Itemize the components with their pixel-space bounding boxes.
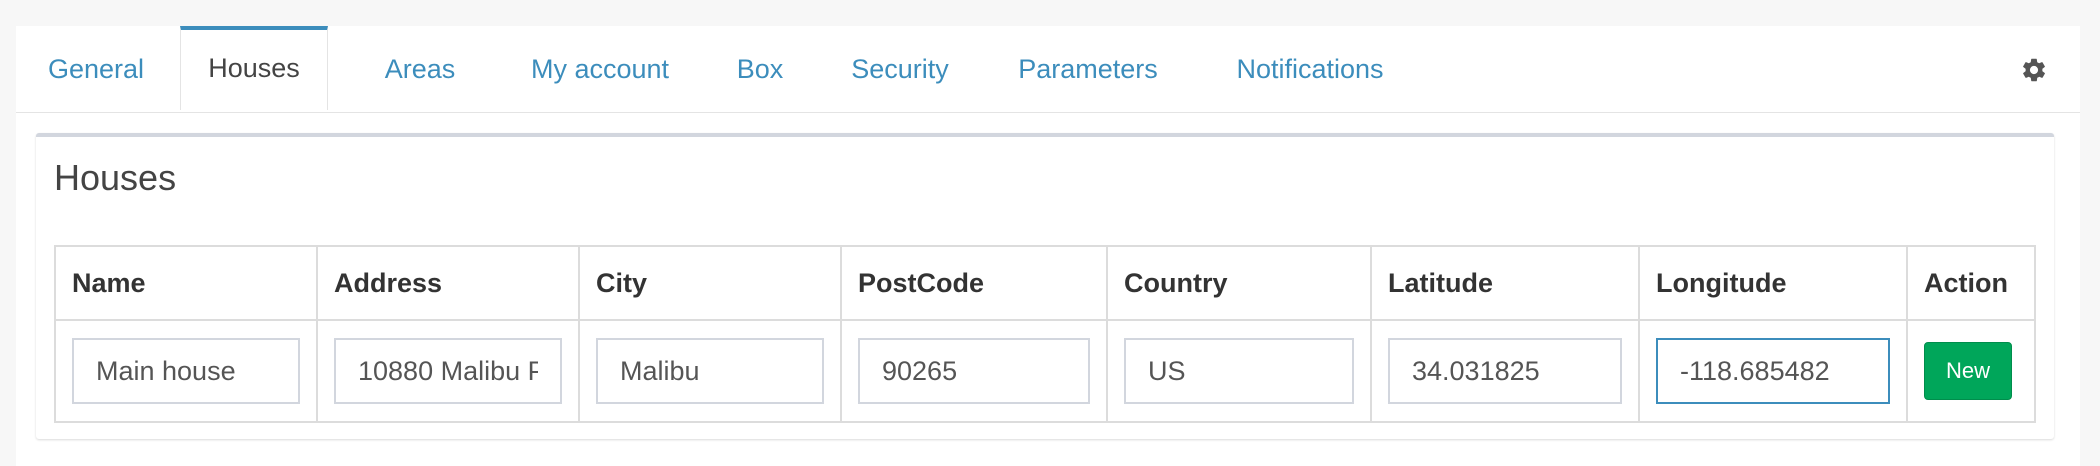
tab-parameters[interactable]: Parameters: [998, 26, 1178, 112]
gear-icon[interactable]: [2020, 56, 2048, 84]
column-header-latitude: Latitude: [1370, 245, 1640, 321]
tab-bar: General Houses Areas My account Box Secu…: [16, 26, 2080, 113]
house-postcode-input[interactable]: [858, 338, 1090, 404]
table-header-row: Name Address City PostCode Country Latit…: [54, 245, 2036, 321]
house-country-input[interactable]: [1124, 338, 1354, 404]
tab-my-account[interactable]: My account: [510, 26, 690, 112]
column-header-name: Name: [54, 245, 318, 321]
column-header-action: Action: [1906, 245, 2036, 321]
tab-notifications[interactable]: Notifications: [1212, 26, 1408, 112]
tab-security[interactable]: Security: [828, 26, 972, 112]
house-address-input[interactable]: [334, 338, 562, 404]
house-latitude-input[interactable]: [1388, 338, 1622, 404]
house-name-input[interactable]: [72, 338, 300, 404]
new-house-button[interactable]: New: [1924, 342, 2012, 400]
settings-panel: General Houses Areas My account Box Secu…: [16, 26, 2080, 466]
tab-general[interactable]: General: [16, 26, 176, 112]
house-city-input[interactable]: [596, 338, 824, 404]
tab-houses[interactable]: Houses: [180, 26, 328, 110]
house-longitude-input[interactable]: [1656, 338, 1890, 404]
houses-table: Name Address City PostCode Country Latit…: [54, 245, 2036, 423]
tab-box[interactable]: Box: [712, 26, 808, 112]
column-header-address: Address: [316, 245, 580, 321]
column-header-country: Country: [1106, 245, 1372, 321]
houses-title: Houses: [54, 157, 177, 198]
column-header-city: City: [578, 245, 842, 321]
table-row: New: [54, 319, 2036, 423]
tab-areas[interactable]: Areas: [352, 26, 488, 112]
column-header-longitude: Longitude: [1638, 245, 1908, 321]
houses-box: Houses Name Address City PostCode Countr…: [36, 133, 2054, 439]
column-header-postcode: PostCode: [840, 245, 1108, 321]
